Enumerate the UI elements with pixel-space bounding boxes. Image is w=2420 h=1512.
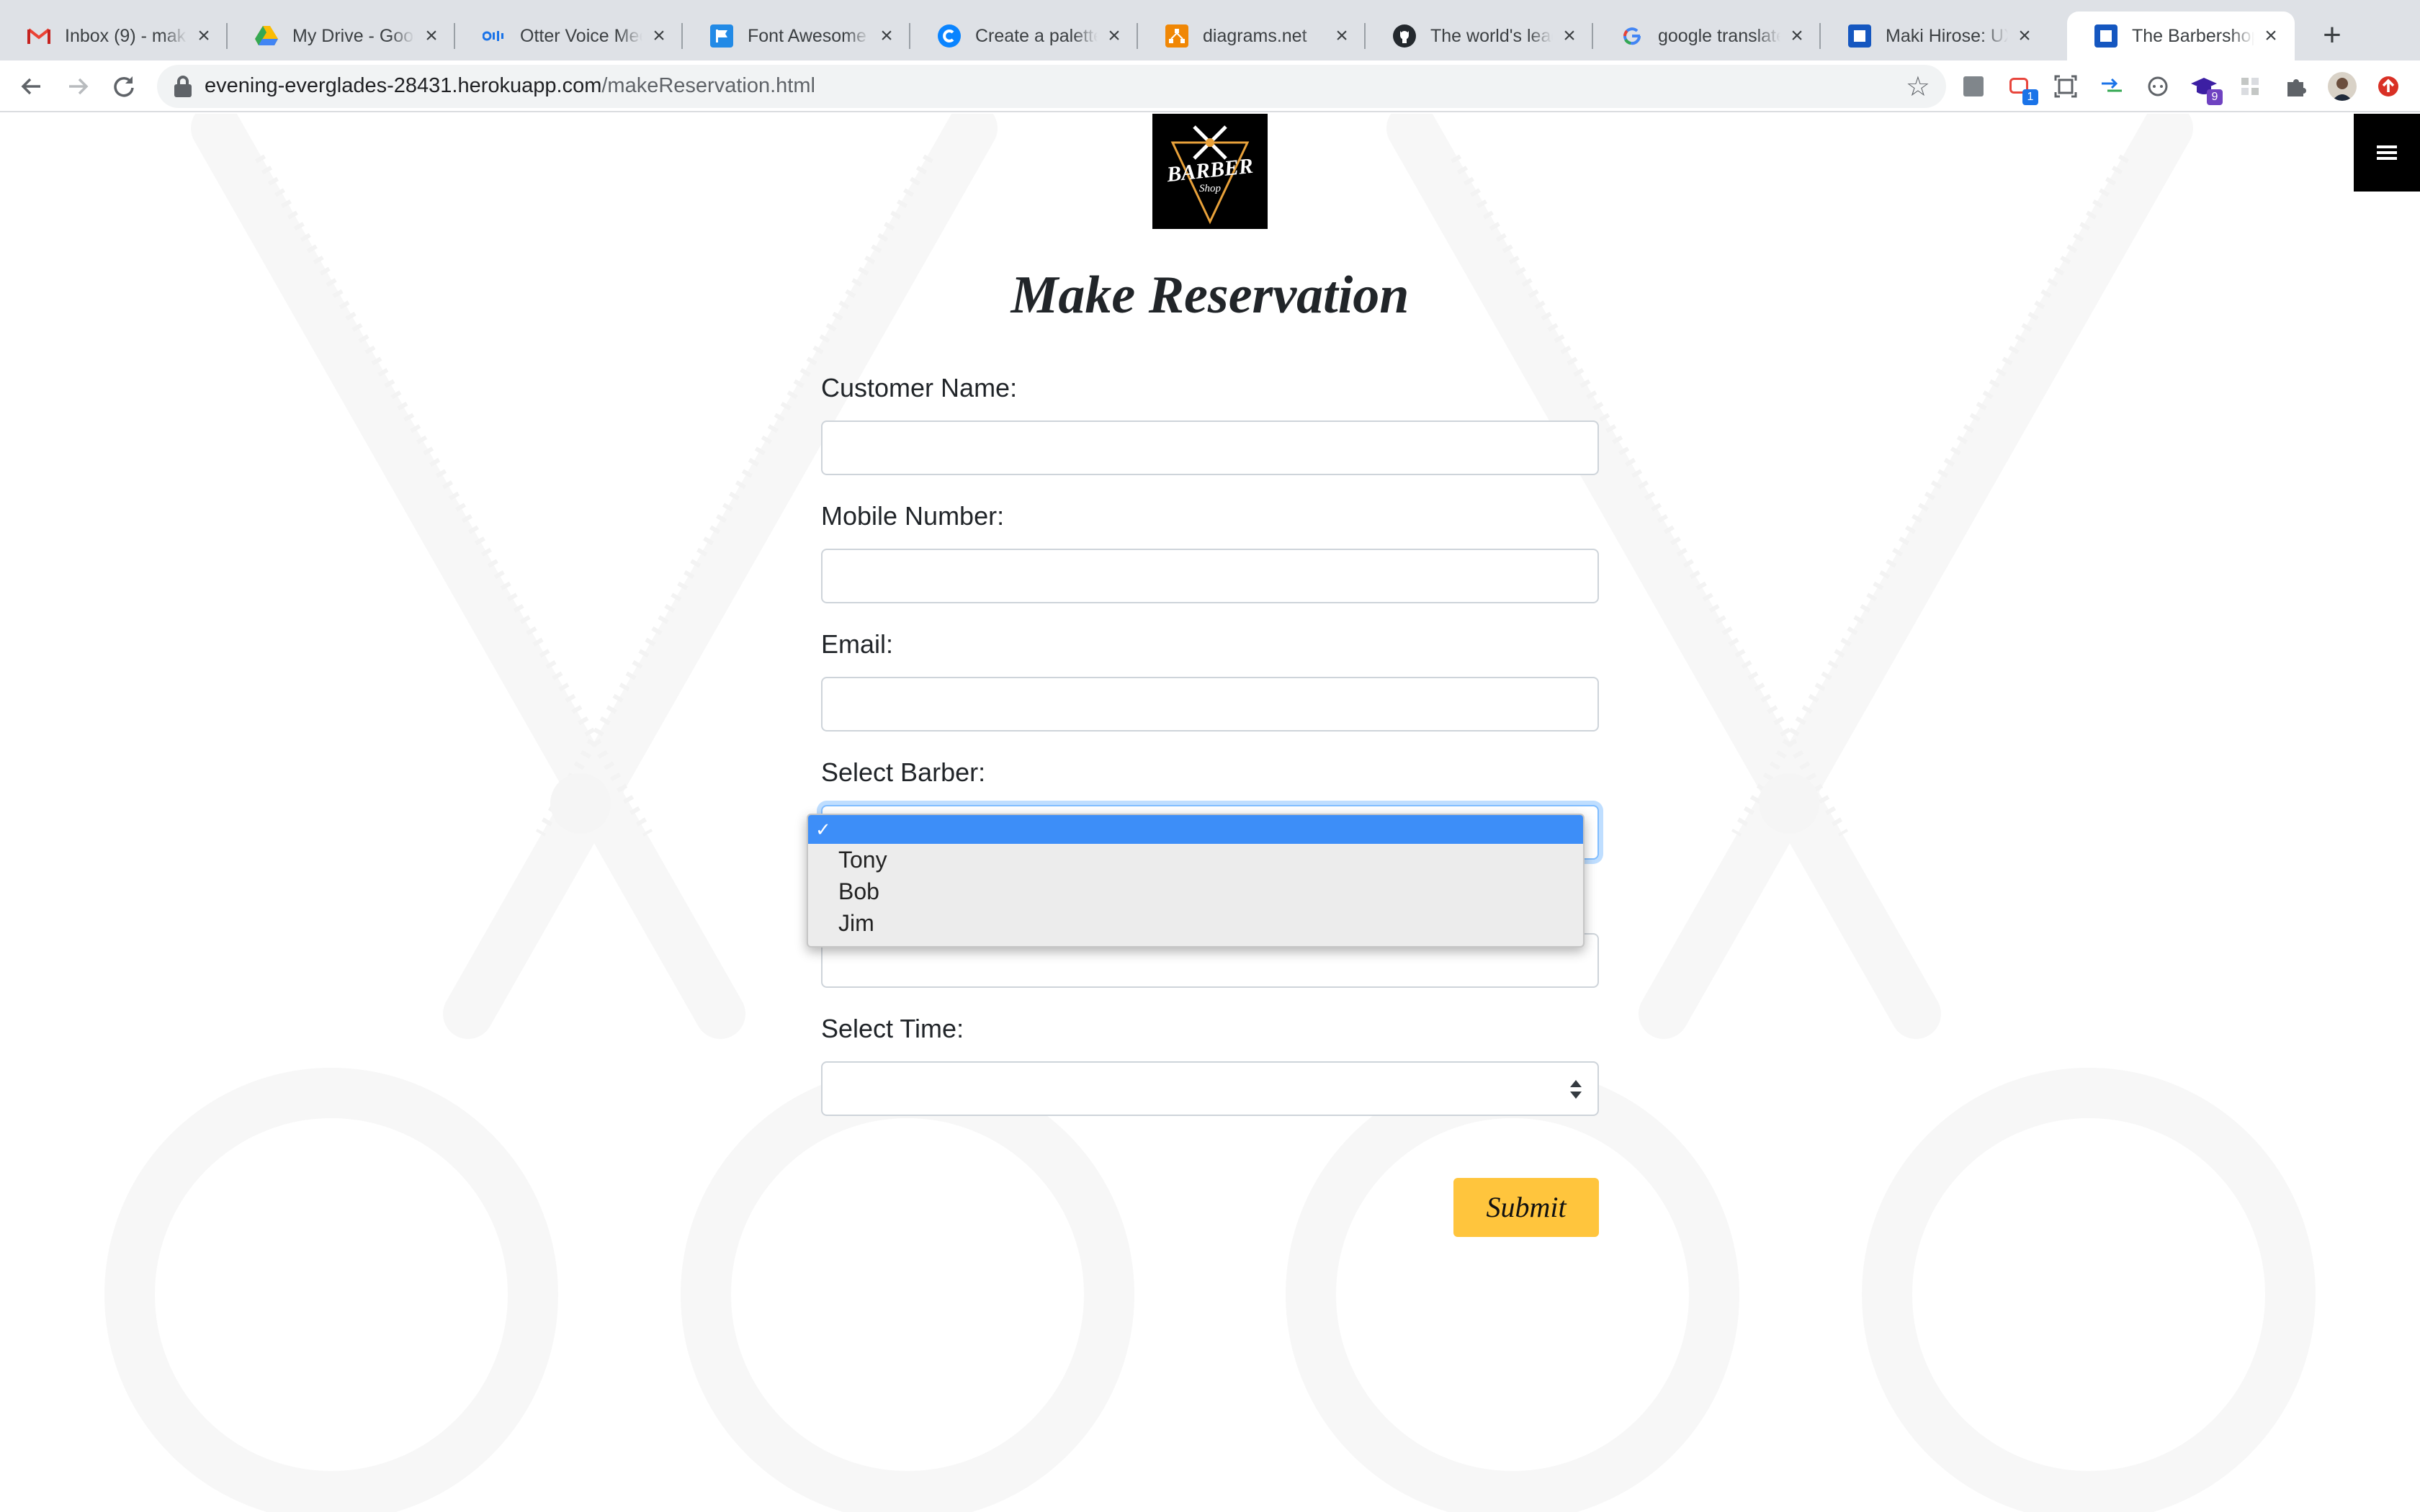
tab-title: Font Awesome bbox=[748, 25, 866, 46]
extension-badge: 1 bbox=[2022, 89, 2038, 105]
logo-sub-text: Shop bbox=[1199, 183, 1221, 194]
url-text: evening-everglades-28431.herokuapp.com/m… bbox=[205, 74, 815, 98]
tab-barbershop[interactable]: The Barbershop × bbox=[2067, 12, 2295, 60]
tab-google-drive[interactable]: My Drive - Googl × bbox=[228, 12, 455, 60]
email-input[interactable] bbox=[821, 677, 1599, 732]
github-icon bbox=[1393, 24, 1416, 48]
tab-title: Maki Hirose: UX/ bbox=[1886, 25, 2008, 46]
barber-option-jim[interactable]: Jim bbox=[808, 909, 1583, 937]
close-icon[interactable]: × bbox=[876, 25, 897, 47]
hamburger-menu-icon[interactable] bbox=[2354, 114, 2420, 192]
flag-icon bbox=[710, 24, 733, 48]
mobile-number-label: Mobile Number: bbox=[821, 501, 1005, 531]
tab-title: Create a palette bbox=[975, 25, 1098, 46]
tab-strip: Inbox (9) - maki × My Drive - Googl × Ot… bbox=[0, 0, 2420, 60]
tab-google-translate[interactable]: google translate × bbox=[1593, 12, 1821, 60]
extension-badge: 9 bbox=[2207, 89, 2223, 105]
close-icon[interactable]: × bbox=[648, 25, 670, 47]
tab-font-awesome[interactable]: Font Awesome × bbox=[683, 12, 910, 60]
url-path: /makeReservation.html bbox=[601, 74, 815, 97]
lock-icon[interactable] bbox=[173, 76, 193, 97]
reload-button[interactable] bbox=[107, 69, 141, 104]
select-time-dropdown[interactable] bbox=[821, 1061, 1599, 1116]
tab-title: The world's lead bbox=[1430, 25, 1553, 46]
tab-title: The Barbershop bbox=[2132, 25, 2254, 46]
tab-diagrams[interactable]: diagrams.net × bbox=[1138, 12, 1366, 60]
puzzle-piece-icon[interactable] bbox=[2282, 72, 2311, 101]
reload-icon bbox=[114, 76, 134, 97]
arrow-right-icon bbox=[69, 78, 89, 95]
close-icon[interactable]: × bbox=[1103, 25, 1125, 47]
barber-option-blank[interactable]: ✓ bbox=[808, 815, 1583, 844]
email-label: Email: bbox=[821, 629, 894, 659]
close-icon[interactable]: × bbox=[2014, 25, 2035, 47]
tab-title: Otter Voice Meet bbox=[520, 25, 642, 46]
forward-button[interactable] bbox=[60, 69, 95, 104]
close-icon[interactable]: × bbox=[1559, 25, 1580, 47]
update-icon[interactable] bbox=[2374, 72, 2403, 101]
new-tab-button[interactable]: + bbox=[2313, 17, 2351, 55]
tab-title: diagrams.net bbox=[1203, 25, 1307, 46]
tab-otter[interactable]: Otter Voice Meet × bbox=[455, 12, 683, 60]
barber-options-list: ✓ Tony Bob Jim bbox=[807, 814, 1585, 948]
extension-icon[interactable] bbox=[1959, 72, 1988, 101]
tab-title: My Drive - Googl bbox=[292, 25, 415, 46]
option-label: Tony bbox=[838, 847, 887, 873]
customer-name-input[interactable] bbox=[821, 420, 1599, 475]
tab-maki-hirose[interactable]: Maki Hirose: UX/ × bbox=[1821, 12, 2048, 60]
barber-option-tony[interactable]: Tony bbox=[808, 845, 1583, 874]
google-icon bbox=[1621, 24, 1644, 48]
close-icon[interactable]: × bbox=[193, 25, 215, 47]
otter-icon bbox=[483, 24, 506, 48]
back-button[interactable] bbox=[14, 69, 49, 104]
close-icon[interactable]: × bbox=[1786, 25, 1808, 47]
google-drive-icon bbox=[255, 24, 278, 48]
address-bar[interactable]: evening-everglades-28431.herokuapp.com/m… bbox=[157, 65, 1946, 108]
checkmark-icon: ✓ bbox=[815, 819, 831, 840]
page-content: BARBER Shop Make Reservation Customer Na… bbox=[0, 114, 2420, 1512]
avatar[interactable] bbox=[2328, 72, 2357, 101]
screen-capture-icon[interactable] bbox=[2051, 72, 2080, 101]
option-label: Jim bbox=[838, 910, 874, 936]
tab-gmail[interactable]: Inbox (9) - maki × bbox=[0, 12, 228, 60]
customer-name-label: Customer Name: bbox=[821, 373, 1018, 402]
extension-icon[interactable]: 1 bbox=[2005, 72, 2038, 105]
square-icon bbox=[1848, 24, 1871, 48]
mobile-number-input[interactable] bbox=[821, 549, 1599, 603]
bookmark-star-icon[interactable]: ☆ bbox=[1906, 71, 1930, 103]
diagrams-icon bbox=[1165, 24, 1188, 48]
tab-github[interactable]: The world's lead × bbox=[1366, 12, 1593, 60]
barbershop-logo[interactable]: BARBER Shop bbox=[1152, 114, 1268, 229]
submit-button[interactable]: Submit bbox=[1453, 1178, 1599, 1237]
coolors-icon bbox=[938, 24, 961, 48]
close-icon[interactable]: × bbox=[1331, 25, 1353, 47]
grid-extension-icon[interactable] bbox=[2236, 72, 2264, 101]
browser-toolbar: evening-everglades-28431.herokuapp.com/m… bbox=[0, 60, 2420, 112]
select-arrows-icon bbox=[1570, 1080, 1582, 1102]
transfer-arrows-icon[interactable] bbox=[2097, 72, 2126, 101]
graduation-cap-icon[interactable]: 9 bbox=[2190, 72, 2223, 105]
gmail-icon bbox=[27, 24, 50, 48]
select-barber-label: Select Barber: bbox=[821, 757, 986, 787]
barber-option-bob[interactable]: Bob bbox=[808, 877, 1583, 906]
close-icon[interactable]: × bbox=[421, 25, 442, 47]
arrow-left-icon bbox=[21, 78, 40, 95]
url-domain: evening-everglades-28431.herokuapp.com bbox=[205, 74, 602, 97]
square-icon bbox=[2094, 24, 2118, 48]
select-time-label: Select Time: bbox=[821, 1014, 964, 1043]
option-label: Bob bbox=[838, 878, 879, 904]
circle-extension-icon[interactable] bbox=[2143, 72, 2172, 101]
close-icon[interactable]: × bbox=[2260, 25, 2282, 47]
tab-title: Inbox (9) - maki bbox=[65, 25, 187, 46]
tab-coolors[interactable]: Create a palette × bbox=[910, 12, 1138, 60]
page-title: Make Reservation bbox=[1010, 266, 1410, 325]
tab-title: google translate bbox=[1658, 25, 1780, 46]
